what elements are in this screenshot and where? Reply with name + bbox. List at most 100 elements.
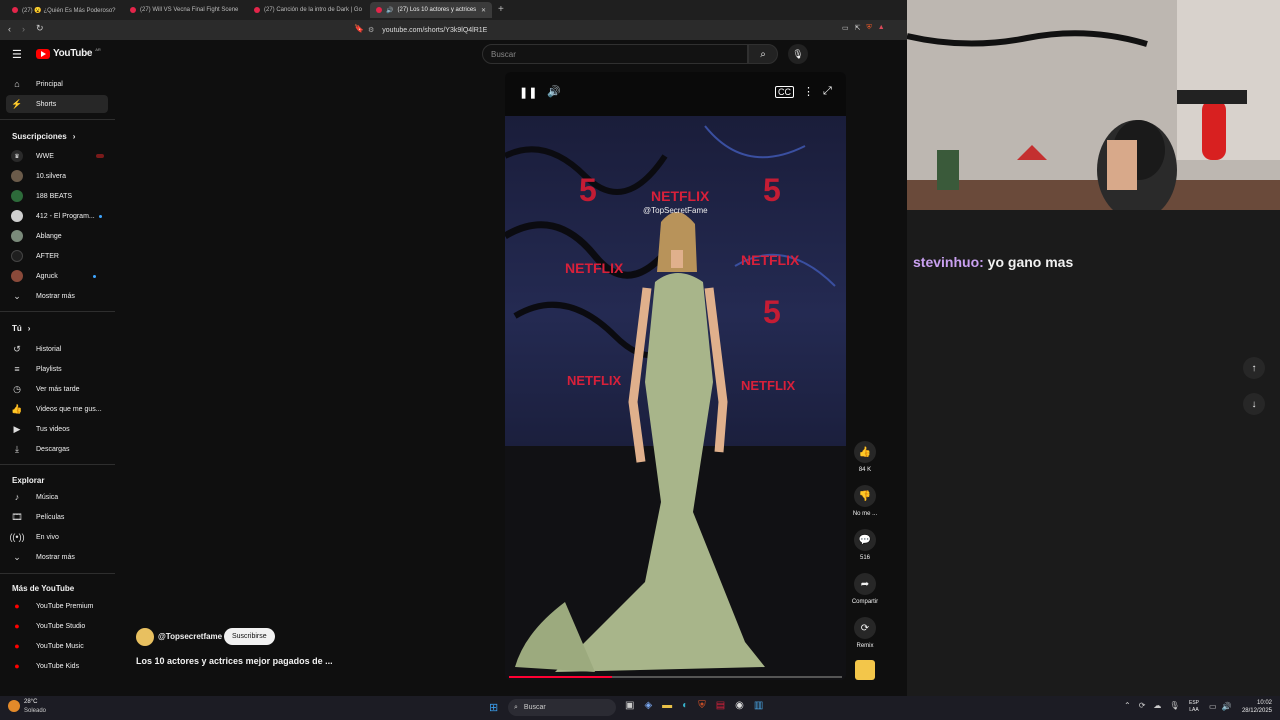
- sidebar-item-movies[interactable]: 🎞 Películas: [6, 508, 108, 526]
- browser-tab-active[interactable]: 🔊 (27) Los 10 actores y actrices ✕: [370, 2, 492, 18]
- sidebar-item-youtube-premium[interactable]: ● YouTube Premium: [6, 597, 108, 615]
- weather-icon[interactable]: [8, 700, 20, 712]
- sidebar-item-youtube-kids[interactable]: ● YouTube Kids: [6, 657, 108, 675]
- volume-icon[interactable]: 🔊: [547, 85, 561, 98]
- thumbs-up-icon: 👍: [854, 441, 876, 463]
- webcam-feed: [907, 0, 1280, 210]
- short-video-player[interactable]: NETFLIX NETFLIX NETFLIX NETFLIX NETFLIX …: [505, 72, 846, 680]
- channel-name[interactable]: @Topsecretfame: [158, 632, 222, 641]
- dislike-button[interactable]: 👎 No me ...: [848, 485, 882, 517]
- close-tab-icon[interactable]: ✕: [481, 7, 486, 14]
- new-content-dot-icon: [98, 214, 102, 218]
- file-explorer-icon[interactable]: ▬: [662, 700, 672, 711]
- more-options-icon[interactable]: ⋮: [803, 85, 814, 98]
- pause-icon[interactable]: ❚❚: [519, 86, 537, 99]
- url-field[interactable]: ⚙ youtube.com/shorts/Y3k9lQ4lR1E: [368, 23, 838, 37]
- previous-short-button[interactable]: ↑: [1243, 357, 1265, 379]
- sidebar-item-history[interactable]: ↺ Historial: [6, 340, 108, 358]
- sidebar-item-youtube-music[interactable]: ● YouTube Music: [6, 637, 108, 655]
- bookmark-icon[interactable]: 🔖: [354, 24, 364, 33]
- microphone-tray-icon[interactable]: 🎙: [1169, 701, 1179, 710]
- browser-tab[interactable]: (27) Will VS Vecna Final Fight Scene: [124, 2, 242, 18]
- notepad-icon[interactable]: ▥: [754, 700, 763, 711]
- sidebar-item-youtube-studio[interactable]: ● YouTube Studio: [6, 617, 108, 635]
- sidebar-item-playlists[interactable]: ≡ Playlists: [6, 360, 108, 378]
- sidebar-item-your-videos[interactable]: ▶ Tus videos: [6, 420, 108, 438]
- screen-cast-icon[interactable]: ▭: [842, 24, 849, 36]
- chat-message: stevinhuo: yo gano mas: [913, 254, 1073, 270]
- channel-avatar: [11, 270, 23, 282]
- chevron-right-icon: ›: [27, 324, 31, 333]
- sidebar-item-principal[interactable]: ⌂ Principal: [6, 75, 108, 93]
- new-tab-button[interactable]: +: [498, 4, 504, 15]
- channel-avatar: [11, 170, 23, 182]
- sidebar-item-subscription[interactable]: ♛ WWE: [6, 147, 108, 165]
- fullscreen-icon[interactable]: ⤢: [823, 85, 832, 98]
- site-info-icon[interactable]: ⚙: [368, 26, 374, 34]
- sidebar-item-watch-later[interactable]: ◷ Ver más tarde: [6, 380, 108, 398]
- like-button[interactable]: 👍 84 K: [848, 441, 882, 473]
- reload-icon[interactable]: ↻: [36, 23, 44, 34]
- voice-search-button[interactable]: 🎙: [788, 44, 808, 64]
- channel-avatar: [11, 210, 23, 222]
- channel-avatar: [11, 250, 23, 262]
- keyboard-language[interactable]: ESP LAA: [1189, 700, 1199, 714]
- subscribe-button[interactable]: Suscribirse: [224, 628, 275, 645]
- sidebar-item-subscription[interactable]: 412 - El Program...: [6, 207, 108, 225]
- captions-icon[interactable]: CC: [775, 86, 794, 98]
- brave-shield-icon[interactable]: ⛨: [867, 24, 872, 36]
- sidebar-item-subscription[interactable]: 10.silvera: [6, 167, 108, 185]
- browser-tab[interactable]: (27) Canción de la intro de Dark | Go: [248, 2, 366, 18]
- you-heading[interactable]: Tú ›: [12, 324, 30, 333]
- back-icon[interactable]: ‹: [8, 24, 11, 34]
- sidebar-item-subscription[interactable]: Ablange: [6, 227, 108, 245]
- sidebar-item-explore-show-more[interactable]: ⌄ Mostrar más: [6, 548, 108, 566]
- sidebar-item-downloads[interactable]: ⤓ Descargas: [6, 440, 108, 458]
- menu-icon[interactable]: ☰: [12, 48, 22, 61]
- weather-description: Soleado: [24, 708, 47, 714]
- share-button[interactable]: ➦ Compartir: [848, 573, 882, 605]
- chevron-up-icon[interactable]: ⌃: [1124, 701, 1131, 710]
- subscriptions-heading[interactable]: Suscripciones ›: [12, 132, 75, 141]
- sound-thumbnail[interactable]: [855, 660, 875, 680]
- edge-icon[interactable]: ◐: [682, 700, 688, 711]
- rewards-icon[interactable]: ▲: [878, 24, 885, 36]
- chevron-right-icon: ›: [72, 132, 76, 141]
- obs-icon[interactable]: ◉: [735, 700, 744, 711]
- sidebar-item-subscription[interactable]: 188 BEATS: [6, 187, 108, 205]
- channel-avatar[interactable]: [136, 628, 154, 646]
- search-button[interactable]: ⌕: [748, 44, 778, 64]
- copilot-icon[interactable]: ◈: [644, 700, 652, 711]
- brave-icon[interactable]: ⛨: [698, 700, 706, 711]
- live-icon: ((•)): [9, 532, 25, 542]
- progress-track[interactable]: [509, 676, 842, 678]
- windows-start-icon[interactable]: ⊞: [489, 701, 498, 714]
- live-indicator-icon: [96, 154, 104, 158]
- sidebar-item-subscription[interactable]: Agruck: [6, 267, 108, 285]
- sidebar-item-show-more[interactable]: ⌄ Mostrar más: [6, 287, 108, 305]
- sync-icon[interactable]: ⟳: [1139, 701, 1146, 710]
- netflix-app-icon[interactable]: ▤: [716, 700, 725, 711]
- forward-icon[interactable]: ›: [22, 24, 25, 34]
- sidebar-item-subscription[interactable]: AFTER: [6, 247, 108, 265]
- taskbar-clock[interactable]: 10:02 28/12/2025: [1236, 699, 1272, 715]
- remix-button[interactable]: ⟳ Remix: [848, 617, 882, 649]
- comments-button[interactable]: 💬 516: [848, 529, 882, 561]
- next-short-button[interactable]: ↓: [1243, 393, 1265, 415]
- sidebar-item-music[interactable]: ♪ Música: [6, 488, 108, 506]
- share-page-icon[interactable]: ⇱: [855, 24, 861, 36]
- sidebar-item-liked-videos[interactable]: 👍 Videos que me gus...: [6, 400, 108, 418]
- person-figure: [515, 212, 765, 672]
- sidebar-item-shorts[interactable]: ⚡ Shorts: [6, 95, 108, 113]
- browser-tab[interactable]: (27) 😮 ¿Quién Es Más Poderoso?: [6, 2, 118, 18]
- quick-settings[interactable]: ▭ 🔊: [1209, 702, 1232, 711]
- microphone-icon: 🎙: [792, 48, 804, 59]
- search-input[interactable]: Buscar: [482, 44, 748, 64]
- taskbar-search[interactable]: ⌕ Buscar: [508, 699, 616, 716]
- cloud-icon[interactable]: ☁: [1153, 701, 1161, 710]
- sidebar-item-live[interactable]: ((•)) En vivo: [6, 528, 108, 546]
- weather-temperature: 28°C: [24, 699, 38, 705]
- video-watermark: @TopSecretFame: [643, 206, 708, 215]
- task-view-icon[interactable]: ▣: [625, 700, 634, 711]
- youtube-logo[interactable]: YouTube AR: [36, 47, 101, 59]
